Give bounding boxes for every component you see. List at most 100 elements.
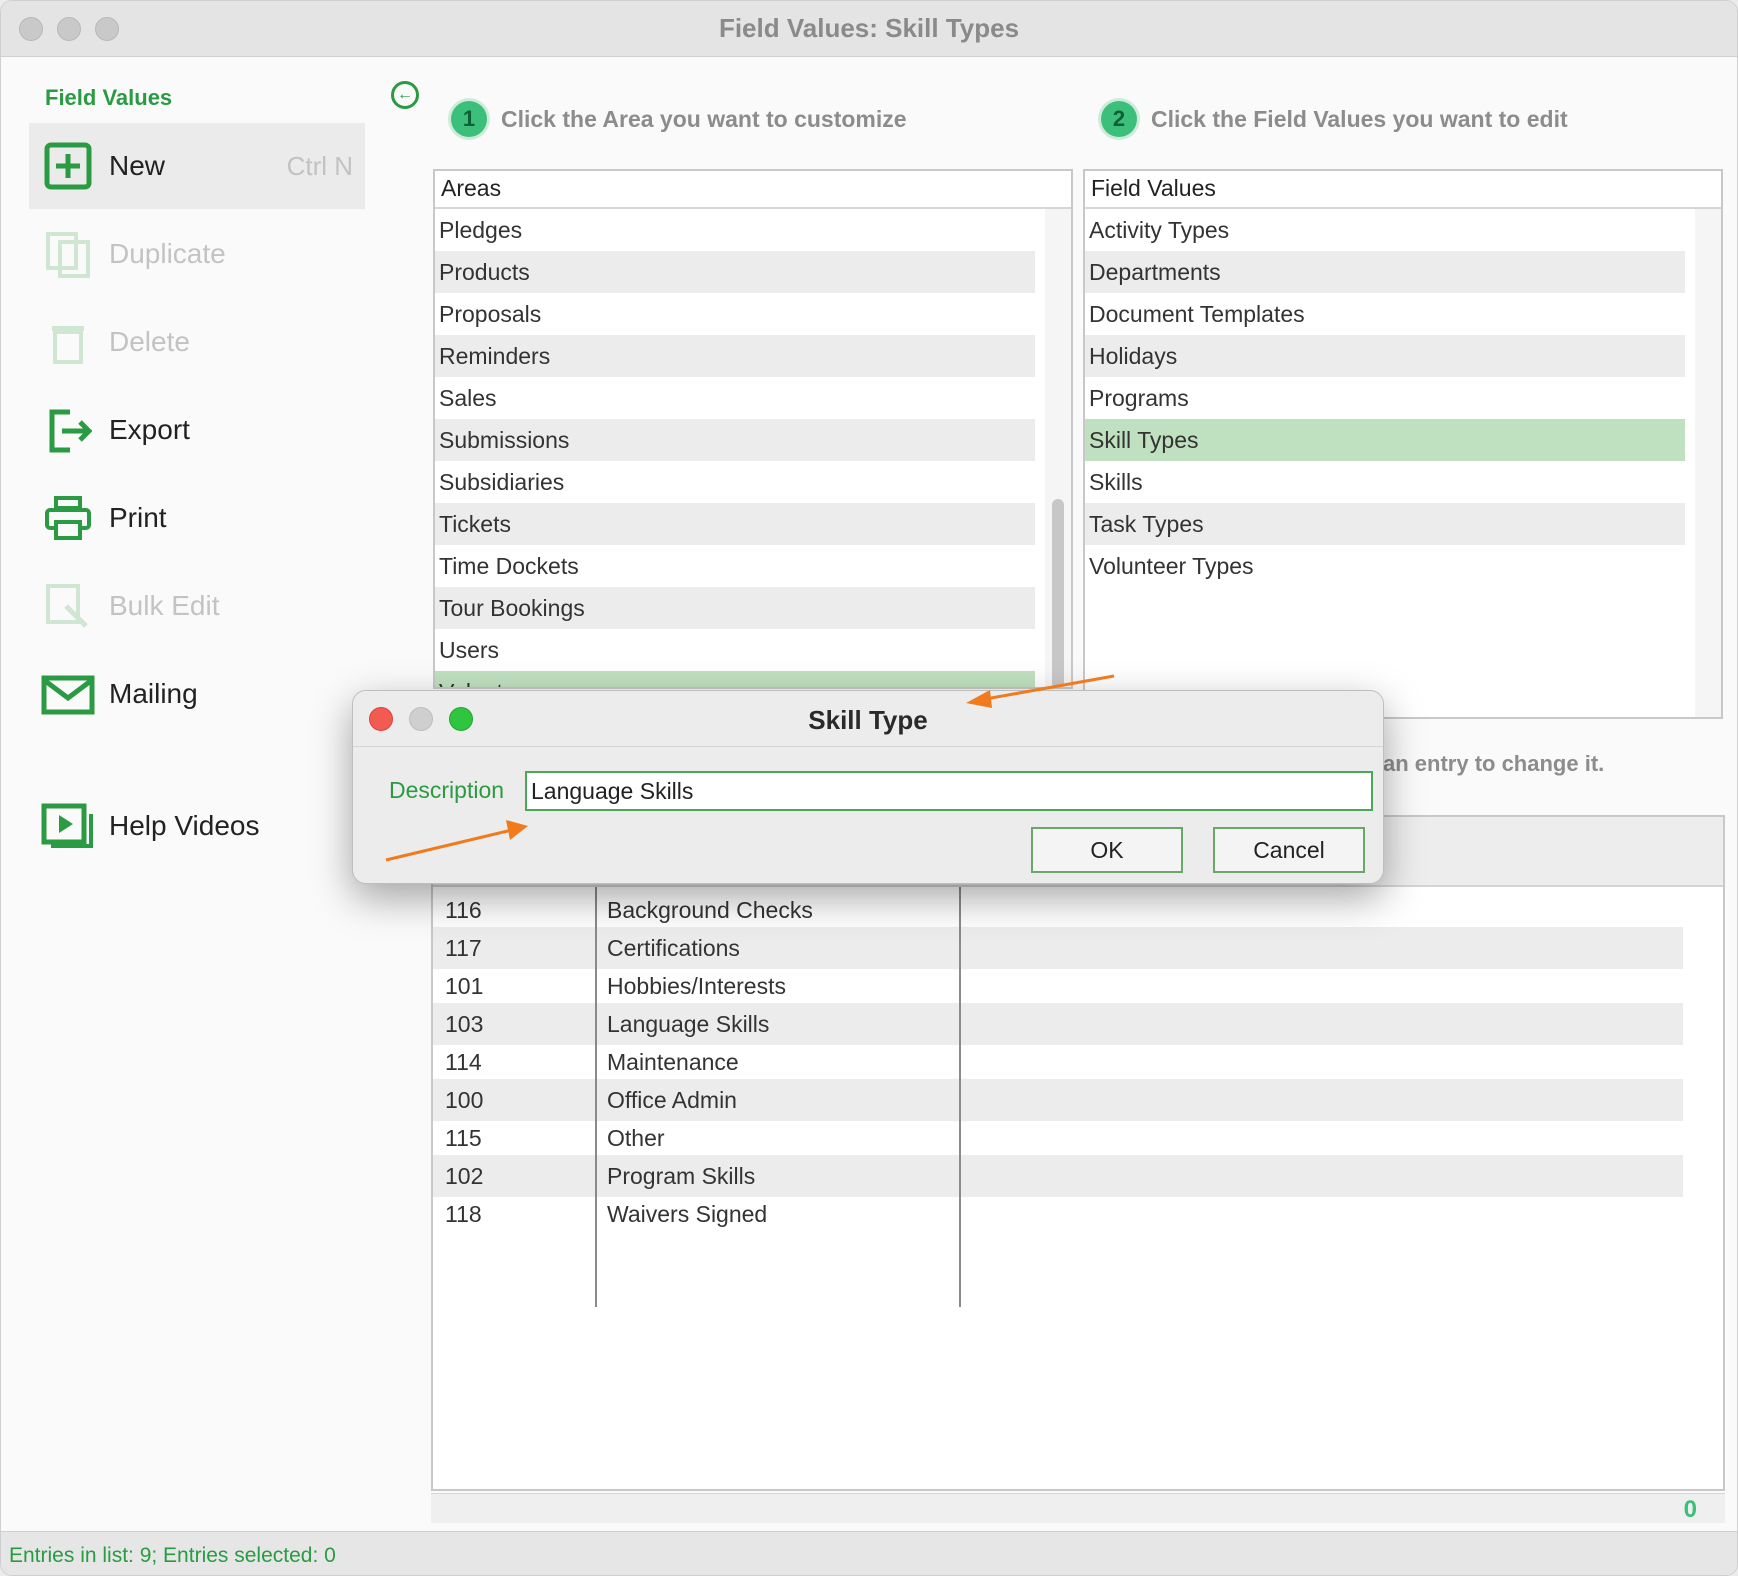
- duplicate-icon: [41, 227, 95, 281]
- area-item[interactable]: Submissions: [435, 419, 1035, 461]
- area-item[interactable]: Time Dockets: [435, 545, 1035, 587]
- entries-horizontal-scrollbar[interactable]: 0: [431, 1493, 1725, 1523]
- entry-name: Maintenance: [607, 1049, 739, 1075]
- area-item[interactable]: Subsidiaries: [435, 461, 1035, 503]
- new-shortcut: Ctrl N: [286, 150, 353, 181]
- area-item[interactable]: Users: [435, 629, 1035, 671]
- table-row[interactable]: 116 Background Checks: [433, 889, 1683, 931]
- areas-header: Areas: [435, 171, 1071, 209]
- area-item[interactable]: Tour Bookings: [435, 587, 1035, 629]
- trash-icon: [41, 315, 95, 369]
- step-2-number: 2: [1101, 101, 1137, 137]
- entries-table[interactable]: 116 Background Checks 117 Certifications 101…: [431, 815, 1725, 1491]
- entry-name: Language Skills: [607, 1011, 770, 1037]
- entry-name: Certifications: [607, 935, 740, 961]
- dialog-title-bar: Skill Type: [353, 691, 1383, 747]
- column-divider-1[interactable]: [595, 887, 597, 1307]
- print-button[interactable]: Print: [29, 475, 365, 561]
- entry-id: 114: [445, 1049, 482, 1075]
- mailing-button[interactable]: Mailing: [29, 651, 365, 737]
- bulk-edit-label: Bulk Edit: [109, 590, 220, 621]
- table-row[interactable]: 117 Certifications: [433, 927, 1683, 969]
- bulk-edit-button[interactable]: Bulk Edit: [29, 563, 365, 649]
- field-value-item[interactable]: Departments: [1085, 251, 1685, 293]
- areas-scrollbar[interactable]: [1045, 209, 1071, 687]
- area-item[interactable]: Sales: [435, 377, 1035, 419]
- area-item[interactable]: Reminders: [435, 335, 1035, 377]
- field-value-item[interactable]: Holidays: [1085, 335, 1685, 377]
- step-1-text: Click the Area you want to customize: [501, 105, 907, 132]
- field-value-item[interactable]: Volunteer Types: [1085, 545, 1685, 587]
- video-icon: [41, 799, 95, 853]
- step-2-text: Click the Field Values you want to edit: [1151, 105, 1568, 132]
- area-item[interactable]: Volunteers: [435, 671, 1035, 687]
- step-2-header: 2 Click the Field Values you want to edi…: [1101, 101, 1568, 137]
- entry-id: 101: [445, 973, 484, 999]
- export-button[interactable]: Export: [29, 387, 365, 473]
- field-value-item[interactable]: Skill Types: [1085, 419, 1685, 461]
- window-title: Field Values: Skill Types: [718, 13, 1020, 43]
- entry-name: Other: [607, 1125, 665, 1151]
- sidebar-title: Field Values: [45, 85, 173, 110]
- entry-id: 115: [445, 1125, 482, 1151]
- field-value-item[interactable]: Document Templates: [1085, 293, 1685, 335]
- field-values-list[interactable]: Field Values Activity Types Departments Do…: [1083, 169, 1723, 719]
- export-icon: [41, 403, 95, 457]
- table-row[interactable]: 103 Language Skills: [433, 1003, 1683, 1045]
- ok-button[interactable]: OK: [1031, 827, 1183, 873]
- entry-name: Hobbies/Interests: [607, 973, 786, 999]
- entry-id: 118: [445, 1201, 482, 1227]
- field-values-rows: Activity Types Departments Document Templa…: [1085, 209, 1685, 587]
- field-values-scrollbar[interactable]: [1695, 209, 1721, 717]
- field-value-item[interactable]: Task Types: [1085, 503, 1685, 545]
- help-videos-button[interactable]: Help Videos: [29, 783, 365, 869]
- new-button[interactable]: New Ctrl N: [29, 123, 365, 209]
- delete-label: Delete: [109, 326, 190, 357]
- entry-id: 100: [445, 1087, 484, 1113]
- step-3-hint: an entry to change it.: [1383, 751, 1605, 776]
- area-item[interactable]: Pledges: [435, 209, 1035, 251]
- bulk-edit-icon: [41, 579, 95, 633]
- table-row[interactable]: 100 Office Admin: [433, 1079, 1683, 1121]
- description-label: Description: [389, 777, 505, 803]
- envelope-icon: [41, 667, 95, 721]
- areas-scroll-thumb[interactable]: [1052, 499, 1064, 687]
- table-row[interactable]: 118 Waivers Signed: [433, 1193, 1683, 1235]
- sidebar: Field Values New Ctrl N Duplicate Delete: [1, 57, 381, 1527]
- plus-square-icon: [41, 139, 95, 193]
- field-value-item[interactable]: Activity Types: [1085, 209, 1685, 251]
- title-bar: Field Values: Skill Types: [1, 1, 1737, 57]
- area-item[interactable]: Proposals: [435, 293, 1035, 335]
- area-item[interactable]: Tickets: [435, 503, 1035, 545]
- step-1-number: 1: [451, 101, 487, 137]
- entry-name: Office Admin: [607, 1087, 737, 1113]
- dialog-title: Skill Type: [808, 705, 928, 735]
- field-value-item[interactable]: Skills: [1085, 461, 1685, 503]
- cancel-button[interactable]: Cancel: [1213, 827, 1365, 873]
- mailing-label: Mailing: [109, 678, 198, 709]
- new-label: New: [109, 150, 166, 181]
- table-row[interactable]: 102 Program Skills: [433, 1155, 1683, 1197]
- areas-list[interactable]: Areas Pledges Products Proposals Reminders S…: [433, 169, 1073, 689]
- status-bar: Entries in list: 9; Entries selected: 0: [1, 1531, 1737, 1575]
- entry-id: 103: [445, 1011, 484, 1037]
- table-row[interactable]: 101 Hobbies/Interests: [433, 965, 1683, 1007]
- entry-name: Program Skills: [607, 1163, 756, 1189]
- entry-id: 116: [445, 897, 482, 923]
- description-input[interactable]: [525, 771, 1373, 811]
- entry-id: 117: [445, 935, 482, 961]
- table-row[interactable]: 115 Other: [433, 1117, 1683, 1159]
- skill-type-dialog: Skill Type Description OK Cancel: [352, 690, 1384, 884]
- entry-name: Waivers Signed: [607, 1201, 768, 1227]
- entry-id: 102: [445, 1163, 484, 1189]
- collapse-sidebar-icon[interactable]: ←: [391, 81, 419, 109]
- area-item[interactable]: Products: [435, 251, 1035, 293]
- step-1-header: 1 Click the Area you want to customize: [451, 101, 907, 137]
- field-value-item[interactable]: Programs: [1085, 377, 1685, 419]
- print-label: Print: [109, 502, 167, 533]
- column-divider-2[interactable]: [959, 887, 961, 1307]
- table-row[interactable]: 114 Maintenance: [433, 1041, 1683, 1083]
- delete-button[interactable]: Delete: [29, 299, 365, 385]
- areas-rows: Pledges Products Proposals Reminders Sales Su…: [435, 209, 1035, 687]
- duplicate-button[interactable]: Duplicate: [29, 211, 365, 297]
